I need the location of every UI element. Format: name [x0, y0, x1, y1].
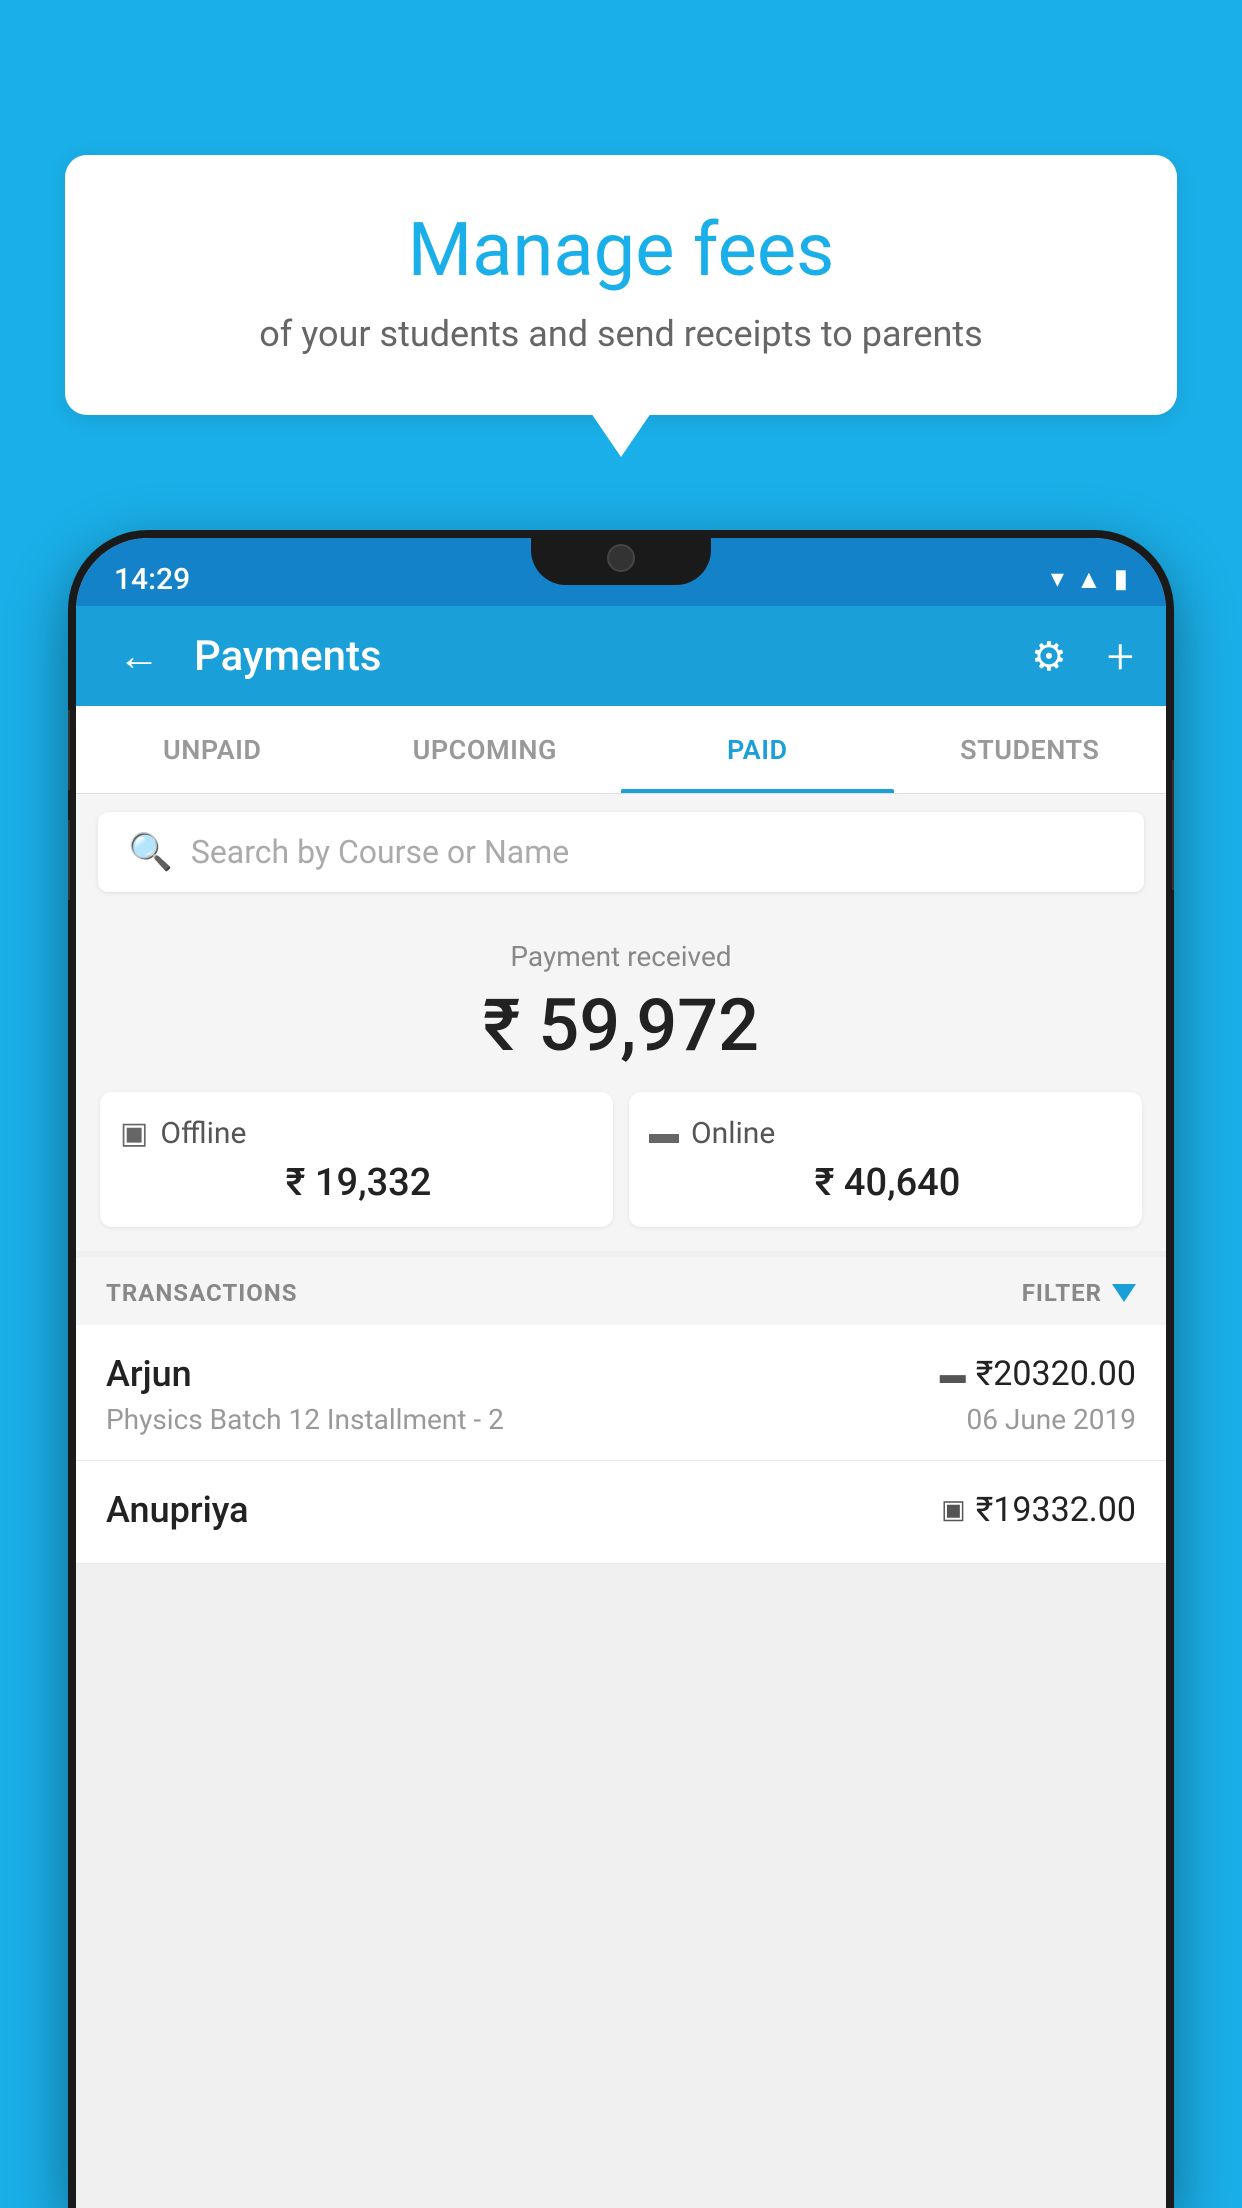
settings-icon[interactable]: ⚙ [1031, 633, 1067, 680]
tab-unpaid[interactable]: UNPAID [76, 706, 349, 793]
transaction-top: Arjun ▬ ₹20320.00 [106, 1353, 1136, 1395]
transaction-date: 06 June 2019 [966, 1403, 1136, 1436]
offline-payment-icon: ▣ [120, 1116, 148, 1151]
search-icon: 🔍 [128, 831, 173, 873]
transactions-label: TRANSACTIONS [106, 1279, 298, 1307]
transactions-header: TRANSACTIONS FILTER [76, 1257, 1166, 1325]
online-payment-icon: ▬ [649, 1116, 679, 1151]
online-label: Online [691, 1116, 775, 1151]
online-payment-badge-icon: ▬ [940, 1359, 966, 1390]
online-card: ▬ Online ₹ 40,640 [629, 1092, 1142, 1227]
battery-icon: ▮ [1114, 564, 1128, 594]
speech-bubble-container: Manage fees of your students and send re… [65, 155, 1177, 415]
transaction-bottom: Physics Batch 12 Installment - 2 06 June… [106, 1403, 1136, 1436]
phone-screen: 14:29 ▾ ▲ ▮ ← Payments ⚙ + UNPAID UPCOMI… [76, 538, 1166, 2208]
status-time: 14:29 [114, 562, 190, 597]
bubble-title: Manage fees [125, 210, 1117, 291]
wifi-icon: ▾ [1051, 564, 1064, 594]
back-button[interactable]: ← [108, 622, 170, 691]
phone-notch [531, 530, 711, 585]
filter-triangle-icon [1112, 1284, 1136, 1302]
speech-bubble: Manage fees of your students and send re… [65, 155, 1177, 415]
filter-label: FILTER [1022, 1279, 1102, 1307]
transaction-name: Arjun [106, 1353, 192, 1395]
add-button[interactable]: + [1107, 628, 1134, 685]
offline-payment-badge-icon: ▣ [941, 1495, 966, 1525]
online-card-header: ▬ Online [649, 1116, 1122, 1151]
transaction-top: Anupriya ▣ ₹19332.00 [106, 1489, 1136, 1531]
transaction-amount-wrap: ▬ ₹20320.00 [940, 1354, 1136, 1394]
payment-section: Payment received ₹ 59,972 ▣ Offline ₹ 19… [76, 910, 1166, 1251]
transaction-row[interactable]: Arjun ▬ ₹20320.00 Physics Batch 12 Insta… [76, 1325, 1166, 1461]
transaction-amount-wrap: ▣ ₹19332.00 [941, 1490, 1136, 1530]
front-camera [607, 544, 635, 572]
tab-upcoming[interactable]: UPCOMING [349, 706, 622, 793]
power-button [1172, 760, 1174, 890]
signal-icon: ▲ [1076, 564, 1102, 595]
filter-button[interactable]: FILTER [1022, 1279, 1136, 1307]
header-title: Payments [194, 632, 1007, 681]
payment-cards: ▣ Offline ₹ 19,332 ▬ Online ₹ 40,640 [96, 1092, 1146, 1227]
search-bar[interactable]: 🔍 Search by Course or Name [98, 812, 1144, 892]
offline-card-header: ▣ Offline [120, 1116, 593, 1151]
online-amount: ₹ 40,640 [649, 1161, 1122, 1205]
transaction-name: Anupriya [106, 1489, 249, 1531]
transaction-amount: ₹19332.00 [976, 1490, 1136, 1530]
payment-received-label: Payment received [96, 940, 1146, 973]
app-header: ← Payments ⚙ + [76, 606, 1166, 706]
transaction-amount: ₹20320.00 [976, 1354, 1136, 1394]
tab-paid[interactable]: PAID [621, 706, 894, 793]
tabs-bar: UNPAID UPCOMING PAID STUDENTS [76, 706, 1166, 794]
transaction-row[interactable]: Anupriya ▣ ₹19332.00 [76, 1461, 1166, 1564]
transaction-description: Physics Batch 12 Installment - 2 [106, 1403, 504, 1436]
search-input[interactable]: Search by Course or Name [191, 833, 569, 871]
phone-frame: 14:29 ▾ ▲ ▮ ← Payments ⚙ + UNPAID UPCOMI… [68, 530, 1174, 2208]
bubble-subtitle: of your students and send receipts to pa… [125, 313, 1117, 355]
offline-card: ▣ Offline ₹ 19,332 [100, 1092, 613, 1227]
search-container: 🔍 Search by Course or Name [76, 794, 1166, 910]
volume-up-button [68, 710, 70, 790]
tab-students[interactable]: STUDENTS [894, 706, 1167, 793]
payment-total-amount: ₹ 59,972 [96, 983, 1146, 1068]
volume-down-button [68, 820, 70, 900]
status-icons: ▾ ▲ ▮ [1051, 564, 1128, 595]
offline-amount: ₹ 19,332 [120, 1161, 593, 1205]
offline-label: Offline [160, 1116, 246, 1151]
